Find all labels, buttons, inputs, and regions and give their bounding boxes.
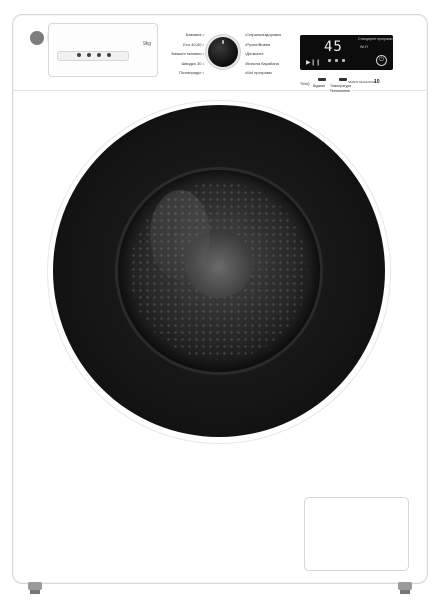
status-icons <box>328 59 345 62</box>
display-extra-label: Wi-Fi <box>360 45 369 49</box>
start-pause-icon[interactable]: ▶❙❙ <box>306 59 321 66</box>
lg-logo-icon: LG <box>30 30 44 45</box>
capacity-label: 9kg <box>142 41 151 47</box>
control-panel-divider <box>12 90 426 91</box>
foot-left <box>28 582 42 594</box>
knob-indicator <box>222 40 224 44</box>
spin-label: Віджим <box>313 84 325 88</box>
lcd-display: Стандартні програми 45 ▶❙❙ ⏻ Wi-Fi <box>300 35 393 70</box>
programme-label: Бавовна <box>164 30 204 40</box>
glass-reflection <box>150 190 210 280</box>
detergent-drawer[interactable]: 9kg <box>48 23 158 77</box>
spin-button[interactable] <box>318 78 326 81</box>
temperature-label: Температура <box>330 84 352 88</box>
programme-list-right: Спіральніздорових Ручне/Вовна Делікатні … <box>245 30 293 78</box>
filter-access-door[interactable] <box>304 497 409 571</box>
programme-label: Спіральніздорових <box>245 30 293 40</box>
programme-selector-knob[interactable] <box>208 37 238 67</box>
rinse-label: Полоскання <box>330 89 350 93</box>
programme-label: Післяприділ <box>164 68 204 78</box>
series-label: ThinQ <box>300 82 310 86</box>
programme-label: Делікатні <box>245 49 293 59</box>
programme-label: Змішані тканини <box>164 49 204 59</box>
programme-label: Ручне/Вовна <box>245 40 293 50</box>
programme-list-left: Бавовна Eco 40-60 Змішані тканини Швидко… <box>164 30 204 78</box>
foot-right <box>398 582 412 594</box>
drawer-indicator-dots <box>77 53 111 57</box>
temperature-button[interactable] <box>339 78 347 81</box>
energy-badge: 10 <box>374 79 380 85</box>
programme-label: Eco 40-60 <box>164 40 204 50</box>
programme-label: Мої програми <box>245 68 293 78</box>
display-top-label: Стандартні програми <box>358 37 393 41</box>
programme-label: Швидко 30 <box>164 59 204 69</box>
smart-diagnosis-label: SMART DIAGNOSIS <box>348 80 376 84</box>
power-icon[interactable]: ⏻ <box>376 55 387 66</box>
programme-label: Власна барабана <box>245 59 293 69</box>
display-digits: 45 <box>324 39 343 55</box>
